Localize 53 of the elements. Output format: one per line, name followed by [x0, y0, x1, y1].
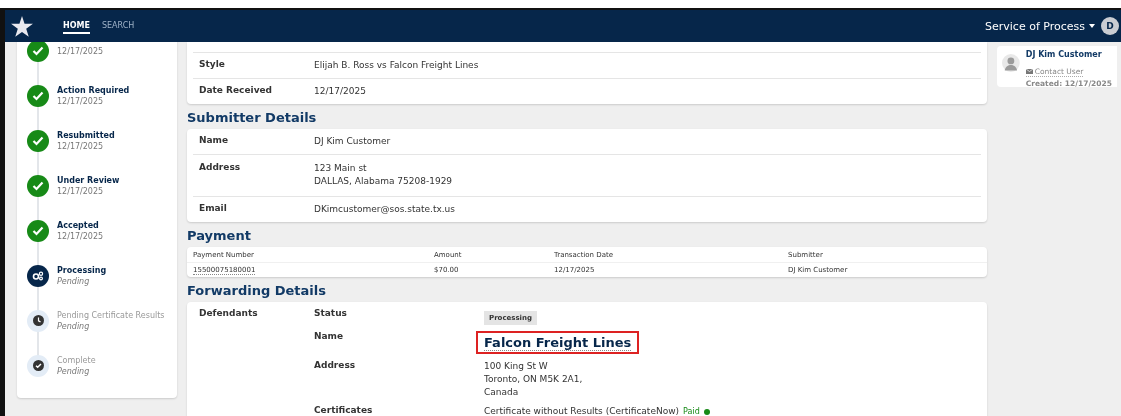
step-title: Under Review — [57, 175, 120, 185]
user-avatar[interactable]: D — [1101, 17, 1119, 35]
step-title: Pending Certificate Results — [57, 310, 165, 320]
step-date: 12/17/2025 — [57, 96, 105, 106]
field-label: Date Received — [199, 85, 274, 97]
field-value: 12/17/2025 — [314, 85, 367, 98]
nav-tab[interactable]: HOME — [63, 18, 90, 34]
check-icon — [32, 225, 44, 236]
field-value: 123 Main st DALLAS, Alabama 75208-1929 — [314, 162, 454, 188]
step-date: 12/17/2025 — [57, 231, 104, 241]
field-label: Address — [199, 162, 242, 174]
step-date: Pending — [57, 321, 91, 331]
field-label: Name — [199, 135, 230, 147]
mail-icon — [1025, 69, 1033, 74]
field-value: Certificate without Results (CertificateNow) — [484, 405, 680, 416]
step-title: Complete — [57, 355, 96, 365]
defendant-name-link[interactable]: Falcon Freight Lines — [476, 331, 640, 354]
field-value: Elijah B. Ross vs Falcon Freight Lines — [314, 59, 480, 72]
field-value: DKimcustomer@sos.state.tx.us — [314, 203, 456, 216]
field-label: Style — [199, 59, 226, 71]
service-menu[interactable]: Service of Process — [985, 19, 1095, 33]
field-label: Name — [314, 331, 345, 341]
field-value: 100 King St W Toronto, ON M5K 2A1, Canada — [484, 360, 584, 399]
check-icon — [32, 360, 44, 371]
check-icon — [32, 135, 44, 146]
step-date: 12/17/2025 — [57, 47, 104, 56]
section-heading: Submitter Details — [187, 109, 318, 127]
caret-icon — [1089, 24, 1095, 28]
field-label: Defendants — [199, 308, 259, 318]
user-name: DJ Kim Customer — [1025, 50, 1103, 59]
field-label: Address — [314, 360, 357, 370]
check-icon — [32, 180, 44, 191]
gears-icon — [32, 270, 44, 281]
step-date: Pending — [57, 366, 91, 376]
step-title: Action Required — [57, 85, 130, 95]
star-logo-icon[interactable] — [11, 15, 33, 37]
field-label: Email — [199, 203, 228, 215]
check-icon — [32, 45, 44, 56]
field-label: Status — [314, 308, 348, 318]
step-title: Accepted — [57, 220, 100, 230]
field-label: Certificates — [314, 405, 374, 415]
section-heading: Payment — [187, 227, 252, 245]
step-title: Processing — [57, 265, 107, 275]
field-value: DJ Kim Customer — [314, 135, 392, 148]
step-date: Pending — [57, 276, 91, 286]
section-heading: Forwarding Details — [187, 282, 327, 300]
nav-tab[interactable]: SEARCH — [101, 18, 135, 34]
clock-icon — [32, 315, 44, 326]
step-date: 12/17/2025 — [57, 186, 105, 196]
step-title: Resubmitted — [57, 130, 115, 140]
check-icon — [32, 90, 44, 101]
paid-label: Paid — [683, 407, 700, 416]
step-date: 12/17/2025 — [57, 141, 105, 151]
